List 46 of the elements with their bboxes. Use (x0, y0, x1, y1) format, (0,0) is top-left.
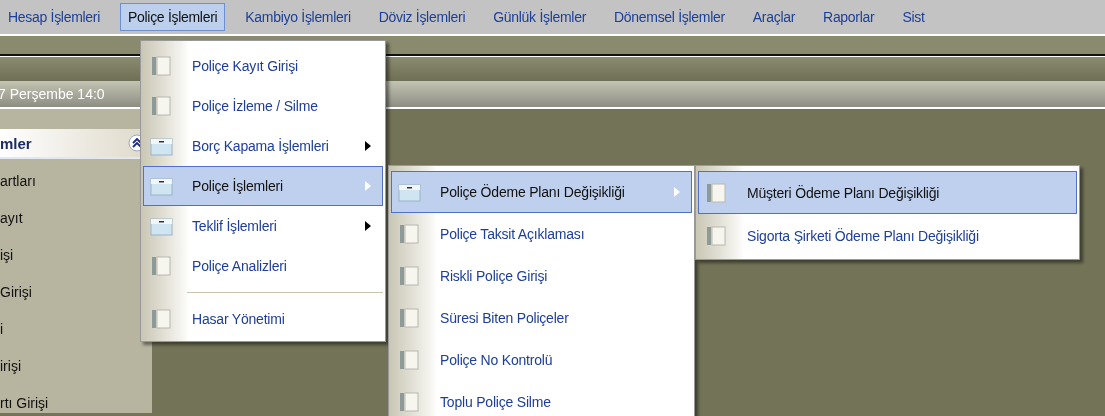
menu-item[interactable]: Müşteri Ödeme Planı Değişikliği (698, 171, 1077, 214)
menu-item[interactable]: Borç Kapama İşlemleri (143, 126, 383, 166)
sidebar-item[interactable]: irişi (0, 358, 152, 376)
document-icon (398, 391, 422, 413)
document-icon (150, 55, 174, 77)
submenu-arrow-icon (364, 141, 372, 151)
menu-item[interactable]: Poliçe İzleme / Silme (143, 86, 383, 126)
panel-title: mler (0, 134, 32, 152)
folder-icon (150, 215, 174, 237)
document-icon (150, 308, 174, 330)
menu-item[interactable]: Süresi Biten Poliçeler (391, 297, 692, 339)
document-icon (705, 181, 729, 204)
document-icon (398, 349, 422, 371)
menu-item[interactable]: Hasar Yönetimi (143, 299, 383, 339)
document-icon (705, 224, 729, 247)
menu-bar-item[interactable]: Dönemsel İşlemler (606, 3, 733, 31)
submenu-arrow-icon (673, 187, 681, 197)
menu-item[interactable]: Poliçe Ödeme Planı Değişikliği (391, 171, 692, 213)
menu-item[interactable]: Sigorta Şirketi Ödeme Planı Değişikliği (698, 214, 1077, 257)
menu-bar-item[interactable]: Hesap İşlemleri (0, 3, 108, 31)
menu-item[interactable]: Riskli Poliçe Girişi (391, 255, 692, 297)
folder-icon (150, 175, 174, 197)
document-icon (150, 95, 174, 117)
menu-bar-item[interactable]: Araçlar (744, 3, 804, 31)
menu-bar-item[interactable]: Sist (894, 3, 933, 31)
menu-bar-item[interactable]: Poliçe İşlemleri (120, 3, 226, 31)
menu-item[interactable]: Poliçe Analizleri (143, 246, 383, 286)
menu-bar-item[interactable]: Döviz İşlemleri (370, 3, 474, 31)
menu-bar-item[interactable]: Günlük İşlemler (485, 3, 594, 31)
menu-item[interactable]: Toplu Poliçe Silme (391, 381, 692, 416)
document-icon (398, 223, 422, 245)
menu-bar-item[interactable]: Raporlar (815, 3, 883, 31)
sidebar-item[interactable]: rtı Girişi (0, 395, 152, 413)
document-icon (398, 307, 422, 329)
menu-item[interactable]: Teklif İşlemleri (143, 206, 383, 246)
menu-item[interactable]: Poliçe Taksit Açıklaması (391, 213, 692, 255)
folder-icon (150, 135, 174, 157)
submenu-arrow-icon (364, 221, 372, 231)
menu-item[interactable]: Poliçe No Kontrolü (391, 339, 692, 381)
document-icon (398, 265, 422, 287)
menu-item[interactable]: Poliçe Kayıt Girişi (143, 46, 383, 86)
submenu-arrow-icon (364, 181, 372, 191)
folder-icon (398, 181, 422, 203)
document-icon (150, 255, 174, 277)
menu-bar-item[interactable]: Kambiyo İşlemleri (237, 3, 359, 31)
menu-item[interactable]: Poliçe İşlemleri (143, 166, 383, 206)
